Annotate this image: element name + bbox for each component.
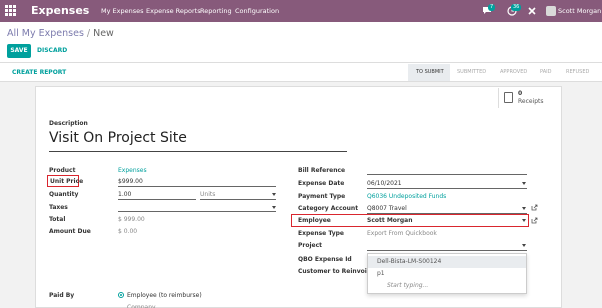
dropdown-start-typing: Start typing... xyxy=(387,282,429,289)
breadcrumb-separator: / xyxy=(86,28,91,39)
menu-reporting[interactable]: Reporting xyxy=(200,7,232,15)
amount-due-value: $ 0.00 xyxy=(118,228,138,235)
expense-type-label: Expense Type xyxy=(298,230,344,237)
stage-approved: APPROVED xyxy=(500,69,528,75)
apps-menu-icon[interactable] xyxy=(5,5,17,17)
qbo-expense-id-label: QBO Expense Id xyxy=(298,256,352,263)
app-title[interactable]: Expenses xyxy=(31,4,89,17)
unit-price-label: Unit Price xyxy=(50,178,84,185)
discard-button[interactable]: DISCARD xyxy=(37,44,67,58)
description-field[interactable]: Visit On Project Site xyxy=(49,130,187,146)
save-button[interactable]: SAVE xyxy=(7,44,31,58)
status-bar: CREATE REPORT TO SUBMIT SUBMITTED APPROV… xyxy=(0,62,602,82)
total-label: Total xyxy=(49,216,66,223)
quantity-label: Quantity xyxy=(49,191,79,198)
project-label: Project xyxy=(298,242,323,249)
debug-close-icon[interactable] xyxy=(528,7,536,15)
units-select[interactable]: Units xyxy=(200,191,215,198)
user-menu[interactable]: Scott Morgan xyxy=(558,7,601,15)
expense-date-caret-icon[interactable] xyxy=(522,182,526,185)
customer-reinvoice-label: Customer to Reinvoice xyxy=(298,268,375,275)
activity-badge: 36 xyxy=(511,4,522,11)
quantity-field[interactable]: 1.00 xyxy=(118,191,131,198)
breadcrumb: All My Expenses / New xyxy=(7,28,114,39)
receipts-label: Receipts xyxy=(518,98,544,105)
user-avatar[interactable] xyxy=(546,6,556,16)
expense-date-label: Expense Date xyxy=(298,180,345,187)
expense-type-value: Export From Quickbook xyxy=(367,230,437,237)
category-account-label: Category Account xyxy=(298,205,359,212)
product-label: Product xyxy=(49,167,76,174)
chat-badge: 7 xyxy=(488,4,496,11)
paid-by-employee-option[interactable]: Employee (to reimburse) xyxy=(127,292,202,299)
receipts-count: 0 xyxy=(518,90,523,97)
stage-paid: PAID xyxy=(540,69,552,75)
description-underline xyxy=(49,151,347,152)
project-autocomplete-dropdown: Dell-Bista-LM-S00124 p1 Start typing... xyxy=(367,253,527,294)
taxes-field[interactable] xyxy=(118,211,276,212)
category-external-link-icon[interactable] xyxy=(531,204,538,211)
expense-date-field[interactable]: 06/10/2021 xyxy=(367,180,402,187)
taxes-label: Taxes xyxy=(49,204,68,211)
taxes-dropdown-caret-icon[interactable] xyxy=(272,206,276,209)
breadcrumb-parent[interactable]: All My Expenses xyxy=(7,28,84,39)
stage-refused: REFUSED xyxy=(566,69,590,75)
top-navbar: Expenses My Expenses Expense Reports Rep… xyxy=(0,0,602,22)
project-caret-icon[interactable] xyxy=(522,244,526,247)
menu-expense-reports[interactable]: Expense Reports xyxy=(146,7,201,15)
amount-due-label: Amount Due xyxy=(49,228,91,235)
product-field[interactable]: Expenses xyxy=(118,167,147,174)
paid-by-label: Paid By xyxy=(49,292,75,299)
paid-by-company-option[interactable]: Company xyxy=(127,304,156,308)
menu-my-expenses[interactable]: My Expenses xyxy=(101,7,144,15)
category-account-caret-icon[interactable] xyxy=(522,207,526,210)
employee-external-link-icon[interactable] xyxy=(531,217,538,224)
dropdown-option-p1[interactable]: p1 xyxy=(368,268,526,280)
create-report-button[interactable]: CREATE REPORT xyxy=(12,69,66,76)
employee-field[interactable]: Scott Morgan xyxy=(367,217,413,224)
employee-label: Employee xyxy=(298,217,331,224)
breadcrumb-current: New xyxy=(93,28,114,39)
menu-configuration[interactable]: Configuration xyxy=(235,7,279,15)
units-underline xyxy=(200,199,276,200)
paid-by-employee-radio[interactable] xyxy=(118,292,124,298)
quantity-underline xyxy=(118,199,196,200)
document-icon xyxy=(504,92,513,103)
description-label: Description xyxy=(49,120,88,127)
project-field[interactable] xyxy=(367,250,527,251)
units-dropdown-caret-icon[interactable] xyxy=(272,193,276,196)
receipts-smart-button[interactable]: 0 Receipts xyxy=(498,88,548,108)
payment-type-label: Payment Type xyxy=(298,193,346,200)
total-value: $ 999.00 xyxy=(118,216,145,223)
unit-price-field[interactable]: $999.00 xyxy=(118,178,143,185)
payment-type-field[interactable]: Q6036 Undeposited Funds xyxy=(367,193,446,200)
category-account-field[interactable]: Q8007 Travel xyxy=(367,205,407,212)
expense-date-underline xyxy=(367,188,527,189)
stage-submitted: SUBMITTED xyxy=(457,69,487,75)
bill-reference-field[interactable] xyxy=(367,174,527,175)
dropdown-option-dell-bista[interactable]: Dell-Bista-LM-S00124 xyxy=(368,256,526,268)
unit-price-underline xyxy=(118,186,276,187)
bill-reference-label: Bill Reference xyxy=(298,167,346,174)
stage-to-submit: TO SUBMIT xyxy=(416,69,444,75)
employee-caret-icon[interactable] xyxy=(522,219,526,222)
